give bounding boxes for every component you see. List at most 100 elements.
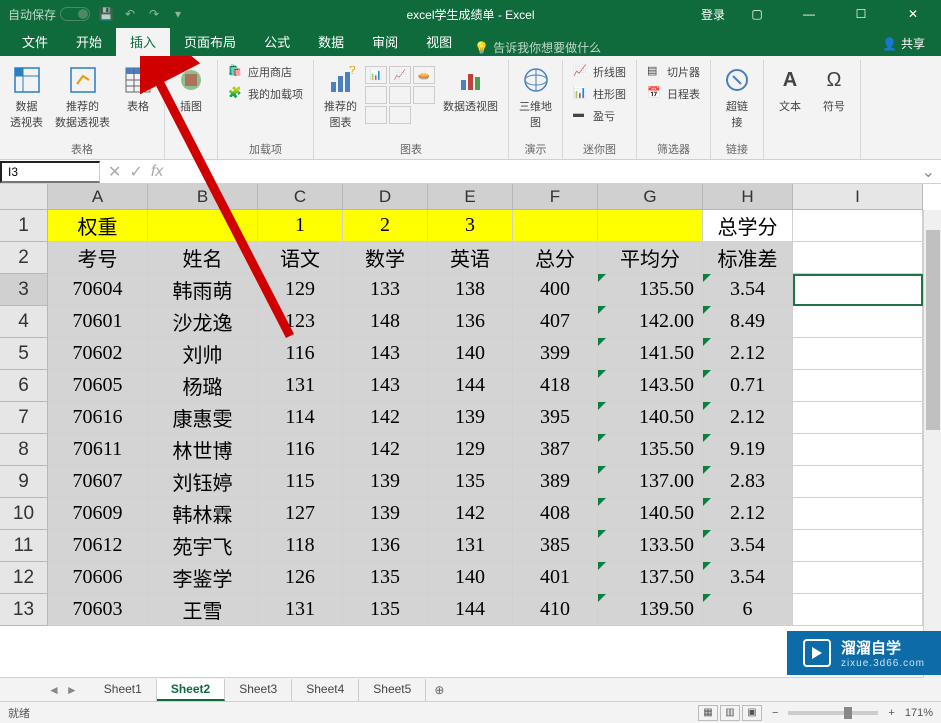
cell-H10[interactable]: 2.12 [703,498,793,530]
cell-C9[interactable]: 115 [258,466,343,498]
cell-D7[interactable]: 142 [343,402,428,434]
row-header-7[interactable]: 7 [0,402,48,434]
tab-data[interactable]: 数据 [304,27,358,56]
col-header-G[interactable]: G [598,184,703,210]
row-header-8[interactable]: 8 [0,434,48,466]
select-all-corner[interactable] [0,184,48,210]
cell-E10[interactable]: 142 [428,498,513,530]
pivot-table-button[interactable]: 数据 透视表 [6,62,47,132]
cell-C2[interactable]: 语文 [258,242,343,274]
cell-I13[interactable] [793,594,923,626]
cell-C12[interactable]: 126 [258,562,343,594]
cell-F11[interactable]: 385 [513,530,598,562]
chart-scatter-icon[interactable] [413,86,435,104]
view-normal-icon[interactable]: ▦ [698,705,718,721]
save-icon[interactable]: 💾 [98,6,114,22]
col-header-H[interactable]: H [703,184,793,210]
cell-I10[interactable] [793,498,923,530]
cell-H8[interactable]: 9.19 [703,434,793,466]
cell-I7[interactable] [793,402,923,434]
cell-F6[interactable]: 418 [513,370,598,402]
cell-I5[interactable] [793,338,923,370]
cell-A13[interactable]: 70603 [48,594,148,626]
cell-B4[interactable]: 沙龙逸 [148,306,258,338]
sparkline-winloss-button[interactable]: ▬ 盈亏 [569,106,630,126]
cell-A12[interactable]: 70606 [48,562,148,594]
cell-G1[interactable] [598,210,703,242]
cell-G9[interactable]: 137.00 [598,466,703,498]
col-header-C[interactable]: C [258,184,343,210]
table-button[interactable]: 表格 [118,62,158,116]
sheet-tab-sheet2[interactable]: Sheet2 [157,679,225,701]
recommended-pivot-button[interactable]: 推荐的 数据透视表 [51,62,114,132]
illustrations-button[interactable]: 插图 [171,62,211,116]
tell-me-search[interactable]: 💡 告诉我你想要做什么 [474,39,601,56]
chart-line-icon[interactable]: 📈 [389,66,411,84]
row-header-1[interactable]: 1 [0,210,48,242]
cell-D3[interactable]: 133 [343,274,428,306]
cell-A1[interactable]: 权重 [48,210,148,242]
name-box[interactable] [0,161,100,183]
cell-E3[interactable]: 138 [428,274,513,306]
col-header-A[interactable]: A [48,184,148,210]
row-header-4[interactable]: 4 [0,306,48,338]
cell-D11[interactable]: 136 [343,530,428,562]
maximize-icon[interactable]: ☐ [841,0,881,28]
cell-F9[interactable]: 389 [513,466,598,498]
cell-F2[interactable]: 总分 [513,242,598,274]
close-icon[interactable]: ✕ [893,0,933,28]
cell-A2[interactable]: 考号 [48,242,148,274]
cell-A11[interactable]: 70612 [48,530,148,562]
row-header-13[interactable]: 13 [0,594,48,626]
cell-B6[interactable]: 杨璐 [148,370,258,402]
cell-D13[interactable]: 135 [343,594,428,626]
cell-H9[interactable]: 2.83 [703,466,793,498]
3d-map-button[interactable]: 三维地 图 [515,62,556,132]
cell-B9[interactable]: 刘钰婷 [148,466,258,498]
cell-B13[interactable]: 王雪 [148,594,258,626]
col-header-F[interactable]: F [513,184,598,210]
col-header-D[interactable]: D [343,184,428,210]
cell-H6[interactable]: 0.71 [703,370,793,402]
hyperlink-button[interactable]: 超链 接 [717,62,757,132]
chart-waterfall-icon[interactable] [365,106,387,124]
cell-C8[interactable]: 116 [258,434,343,466]
pivot-chart-button[interactable]: 数据透视图 [439,62,502,116]
cell-G12[interactable]: 137.50 [598,562,703,594]
my-addins-button[interactable]: 🧩 我的加载项 [224,84,307,104]
cell-D6[interactable]: 143 [343,370,428,402]
cell-F10[interactable]: 408 [513,498,598,530]
cell-A5[interactable]: 70602 [48,338,148,370]
cell-I2[interactable] [793,242,923,274]
cell-B3[interactable]: 韩雨萌 [148,274,258,306]
cell-F7[interactable]: 395 [513,402,598,434]
slicer-button[interactable]: ▤ 切片器 [643,62,704,82]
cell-B10[interactable]: 韩林霖 [148,498,258,530]
cell-E9[interactable]: 135 [428,466,513,498]
cell-B5[interactable]: 刘帅 [148,338,258,370]
cell-E1[interactable]: 3 [428,210,513,242]
cell-G6[interactable]: 143.50 [598,370,703,402]
cell-D10[interactable]: 139 [343,498,428,530]
cell-C3[interactable]: 129 [258,274,343,306]
ribbon-display-icon[interactable]: ▢ [737,0,777,28]
fx-icon[interactable]: fx [151,163,163,181]
cell-E6[interactable]: 144 [428,370,513,402]
cell-F13[interactable]: 410 [513,594,598,626]
chart-combo-icon[interactable] [389,106,411,124]
enter-icon[interactable]: ✓ [129,162,142,182]
cell-B7[interactable]: 康惠雯 [148,402,258,434]
cell-E4[interactable]: 136 [428,306,513,338]
cell-H1[interactable]: 总学分 [703,210,793,242]
cell-C10[interactable]: 127 [258,498,343,530]
cell-H2[interactable]: 标准差 [703,242,793,274]
sheet-tab-sheet5[interactable]: Sheet5 [359,679,426,701]
cell-B12[interactable]: 李鉴学 [148,562,258,594]
row-header-6[interactable]: 6 [0,370,48,402]
cell-C7[interactable]: 114 [258,402,343,434]
cell-B2[interactable]: 姓名 [148,242,258,274]
cell-A10[interactable]: 70609 [48,498,148,530]
row-header-11[interactable]: 11 [0,530,48,562]
cell-H7[interactable]: 2.12 [703,402,793,434]
cell-A4[interactable]: 70601 [48,306,148,338]
